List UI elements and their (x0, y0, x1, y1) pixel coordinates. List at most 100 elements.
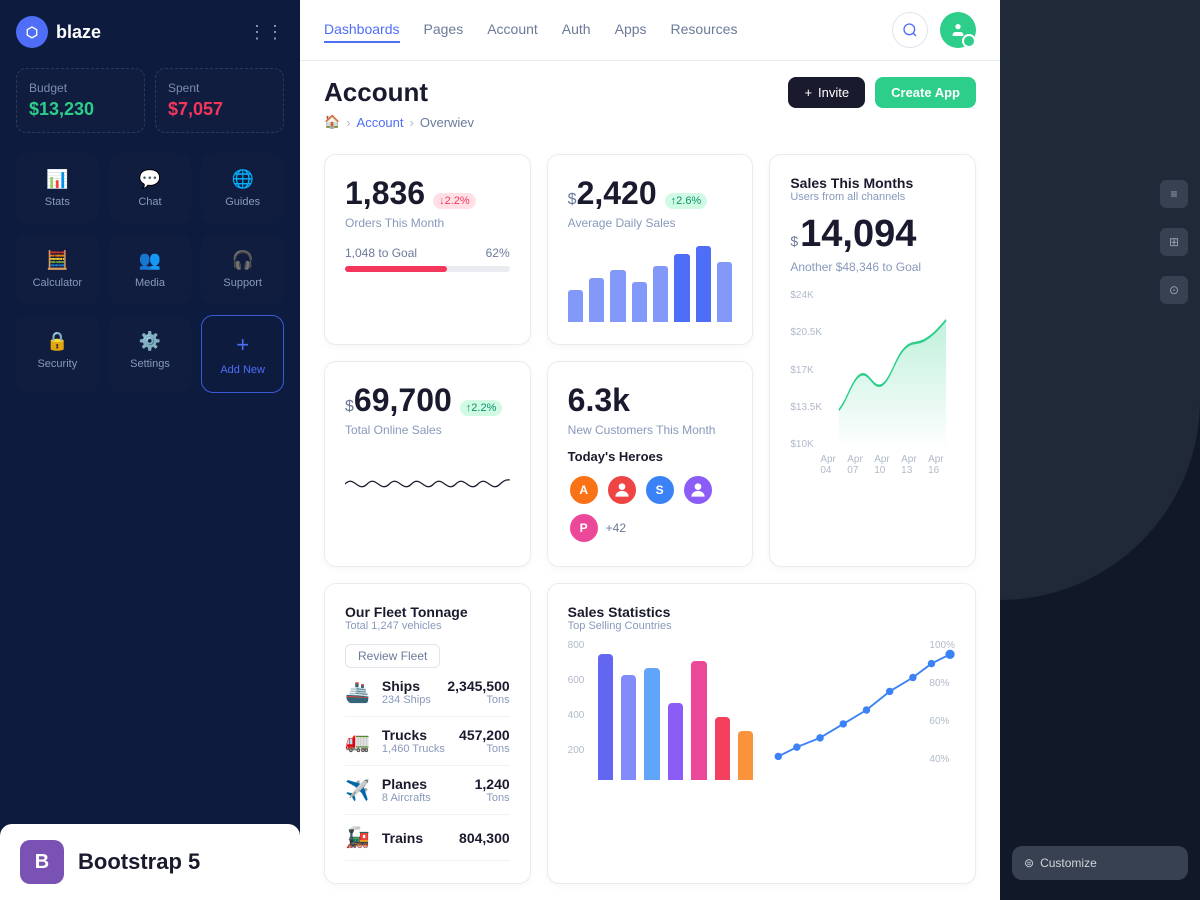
budget-value: $13,230 (29, 99, 132, 120)
breadcrumb-account[interactable]: Account (357, 115, 404, 130)
sidebar-item-add-new[interactable]: + Add New (201, 315, 284, 393)
heroes-row: A S P +42 (568, 474, 733, 544)
daily-sales-label: Average Daily Sales (568, 216, 733, 230)
sidebar-item-security[interactable]: 🔒 Security (16, 315, 99, 393)
hero-avatar (606, 474, 638, 506)
sidebar-item-calculator[interactable]: 🧮 Calculator (16, 234, 99, 305)
sidebar-item-guides[interactable]: 🌐 Guides (201, 153, 284, 224)
dashboard-grid: 1,836 ↓2.2% Orders This Month 1,048 to G… (300, 138, 1000, 900)
spent-value: $7,057 (168, 99, 271, 120)
nav-grid: 📊 Stats 💬 Chat 🌐 Guides 🧮 Calculator 👥 M… (16, 153, 284, 393)
top-nav-actions (892, 12, 976, 48)
orders-value: 1,836 (345, 175, 425, 212)
nav-links: Dashboards Pages Account Auth Apps Resou… (324, 17, 737, 43)
dollar-prefix: $ (790, 233, 798, 249)
customize-button[interactable]: ⊜ Customize (1012, 846, 1188, 880)
sidebar-item-label: Stats (45, 196, 70, 208)
customers-card: 6.3k New Customers This Month Today's He… (547, 361, 754, 567)
user-avatar[interactable] (940, 12, 976, 48)
budget-card: Budget $13,230 (16, 68, 145, 133)
hero-count: +42 (606, 521, 626, 535)
fleet-card: Our Fleet Tonnage Total 1,247 vehicles R… (324, 583, 531, 884)
dollar-prefix: $ (345, 398, 354, 416)
page-title-section: Account 🏠 › Account › Overwiev (324, 77, 474, 130)
calculator-icon: 🧮 (46, 250, 68, 271)
sidebar-item-chat[interactable]: 💬 Chat (109, 153, 192, 224)
rp-icon-2[interactable]: ⊞ (1160, 228, 1188, 256)
sales-value-row: $ 14,094 (790, 213, 955, 256)
fleet-name: Trains (382, 830, 447, 846)
fleet-item: 🚢 Ships 234 Ships 2,345,500 Tons (345, 668, 510, 717)
fleet-value: 457,200 Tons (459, 727, 510, 755)
ships-icon: 🚢 (345, 680, 370, 705)
menu-icon[interactable]: ⋮⋮ (248, 22, 284, 43)
sales-big-value: 14,094 (800, 213, 916, 256)
planes-icon: ✈️ (345, 778, 370, 803)
trains-icon: 🚂 (345, 825, 370, 850)
sidebar-item-label: Media (135, 277, 165, 289)
y-labels: $24K $20.5K $17K $13.5K $10K (790, 290, 822, 450)
stats-subtitle: Top Selling Countries (568, 620, 955, 632)
search-button[interactable] (892, 12, 928, 48)
stats-title: Sales Statistics (568, 604, 955, 620)
logo-icon: ⬡ (16, 16, 48, 48)
hero-avatar: S (644, 474, 676, 506)
stats-bar (668, 703, 683, 780)
settings-icon: ⚙️ (139, 331, 161, 352)
nav-apps[interactable]: Apps (615, 17, 647, 43)
top-nav: Dashboards Pages Account Auth Apps Resou… (300, 0, 1000, 61)
chat-icon: 💬 (139, 169, 161, 190)
fleet-item: 🚂 Trains 804,300 (345, 815, 510, 861)
dollar-prefix: $ (568, 191, 577, 209)
fleet-title: Our Fleet Tonnage (345, 604, 468, 620)
create-app-button[interactable]: Create App (875, 77, 976, 108)
rp-icon-1[interactable]: ≡ (1160, 180, 1188, 208)
metric-row: $ 69,700 ↑2.2% (345, 382, 510, 419)
y-axis: 800 600 400 200 (568, 640, 585, 780)
nav-auth[interactable]: Auth (562, 17, 591, 43)
orders-badge: ↓2.2% (433, 193, 476, 209)
stats-icon: 📊 (46, 169, 68, 190)
rp-icon-3[interactable]: ⊙ (1160, 276, 1188, 304)
fleet-name: Trucks 1,460 Trucks (382, 727, 447, 755)
sidebar-item-label: Chat (138, 196, 161, 208)
stats-bar (691, 661, 706, 780)
stats-bar (738, 731, 753, 780)
sales-goal: Another $48,346 to Goal (790, 260, 955, 274)
stats-line-area: 100% 80% 60% 40% (769, 640, 955, 785)
page-actions: + Invite Create App (788, 77, 976, 108)
security-icon: 🔒 (46, 331, 68, 352)
progress-bar-bg (345, 266, 510, 272)
fleet-title-section: Our Fleet Tonnage Total 1,247 vehicles (345, 604, 468, 632)
fleet-item: ✈️ Planes 8 Aircrafts 1,240 Tons (345, 766, 510, 815)
nav-account[interactable]: Account (487, 17, 538, 43)
customers-value: 6.3k (568, 382, 733, 419)
nav-resources[interactable]: Resources (671, 17, 738, 43)
logo-text: blaze (56, 22, 101, 43)
sidebar: ⬡ blaze ⋮⋮ Budget $13,230 Spent $7,057 📊… (0, 0, 300, 900)
fleet-value: 2,345,500 Tons (447, 678, 509, 706)
nav-dashboards[interactable]: Dashboards (324, 17, 400, 43)
sidebar-item-settings[interactable]: ⚙️ Settings (109, 315, 192, 393)
bar (589, 278, 604, 322)
daily-sales-card: $ 2,420 ↑2.6% Average Daily Sales (547, 154, 754, 345)
review-fleet-button[interactable]: Review Fleet (345, 644, 440, 668)
stats-bar (598, 654, 613, 780)
customers-label: New Customers This Month (568, 423, 733, 437)
sidebar-item-media[interactable]: 👥 Media (109, 234, 192, 305)
bar (696, 246, 711, 322)
x-labels: Apr 04 Apr 07 Apr 10 Apr 13 Apr 16 (790, 454, 955, 476)
progress-bar-fill (345, 266, 447, 272)
bar (653, 266, 668, 322)
page-header: Account 🏠 › Account › Overwiev + Invite … (300, 61, 1000, 138)
invite-button[interactable]: + Invite (788, 77, 865, 108)
metric-row: 1,836 ↓2.2% (345, 175, 510, 212)
nav-pages[interactable]: Pages (424, 17, 464, 43)
bootstrap-badge: B Bootstrap 5 (0, 824, 300, 900)
sidebar-item-support[interactable]: 🎧 Support (201, 234, 284, 305)
bar (610, 270, 625, 322)
fleet-name: Planes 8 Aircrafts (382, 776, 463, 804)
breadcrumb: 🏠 › Account › Overwiev (324, 114, 474, 130)
sidebar-item-stats[interactable]: 📊 Stats (16, 153, 99, 224)
page-header-row: Account 🏠 › Account › Overwiev + Invite … (324, 77, 976, 130)
